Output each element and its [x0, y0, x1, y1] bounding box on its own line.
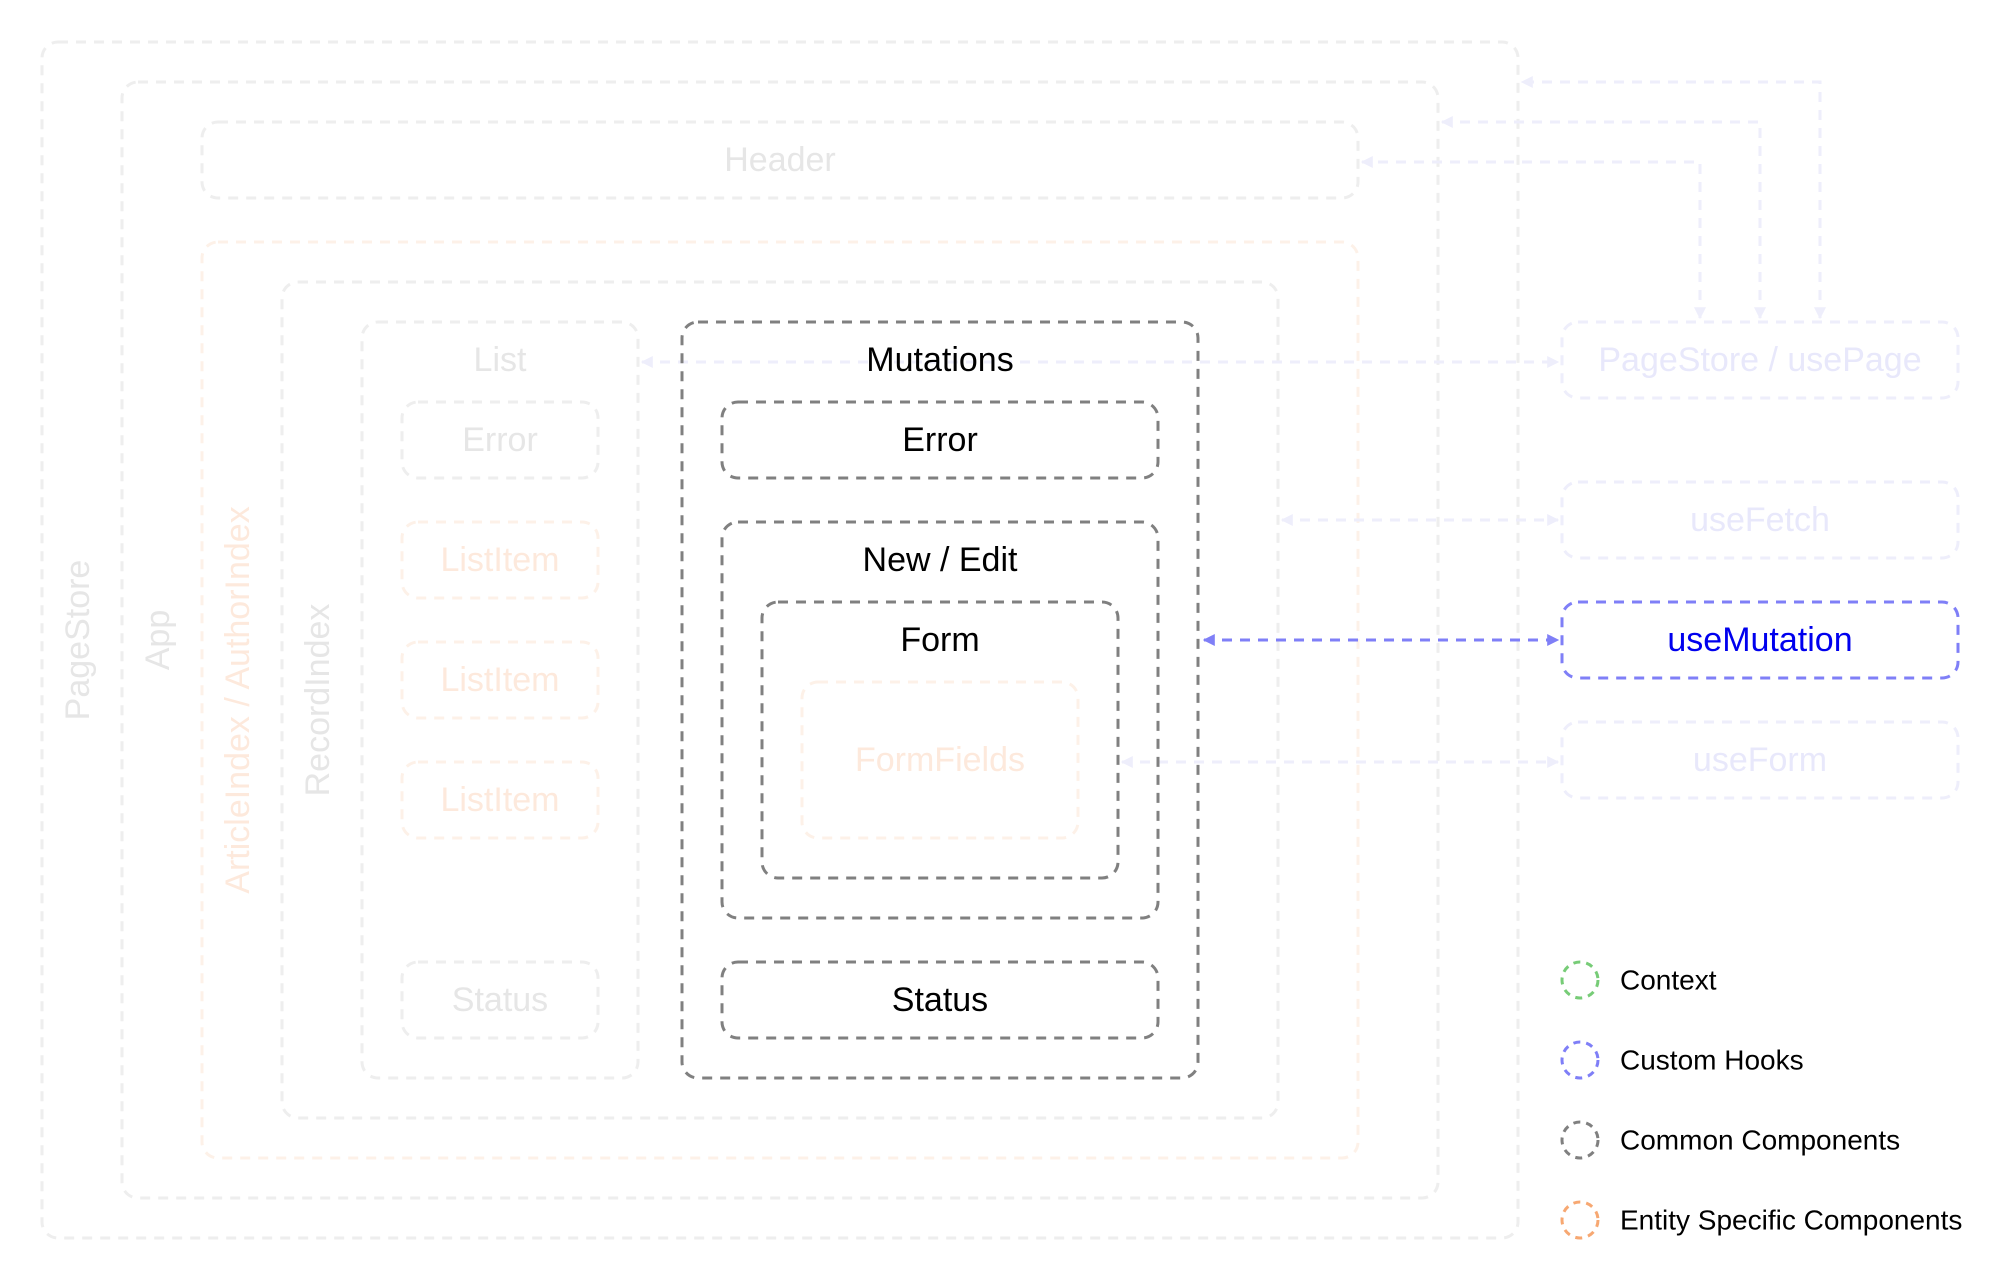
- faded-connectors: [640, 76, 1826, 768]
- new-edit-component: New / Edit Form FormFields: [720, 520, 1160, 920]
- new-edit-label: New / Edit: [863, 541, 1018, 579]
- legend-item-entity-specific: Entity Specific Components: [1560, 1200, 1962, 1240]
- hook-use-page-label: PageStore / usePage: [1598, 341, 1921, 379]
- legend-label: Custom Hooks: [1620, 1044, 1804, 1075]
- connector-usepage-app: [1440, 116, 1766, 320]
- form-component: Form FormFields: [760, 600, 1120, 880]
- common-components-swatch-icon: [1560, 1120, 1600, 1160]
- legend-item-common-components: Common Components: [1560, 1120, 1900, 1160]
- record-index-container: RecordIndex: [280, 280, 1280, 1120]
- entity-index-label: ArticleIndex / AuthorIndex: [219, 506, 257, 893]
- legend-item-custom-hooks: Custom Hooks: [1560, 1040, 1804, 1080]
- list-error-component: Error: [400, 400, 600, 480]
- legend-label: Common Components: [1620, 1124, 1900, 1155]
- mutations-component: Mutations Error New / Edit Form FormFiel…: [680, 320, 1200, 1080]
- header-component: Header: [200, 120, 1360, 200]
- hook-use-form: useForm: [1560, 720, 1960, 800]
- connector-usepage-pagestore: [1520, 76, 1826, 320]
- legend-label: Context: [1620, 964, 1717, 995]
- mutations-status-label: Status: [892, 981, 988, 1019]
- legend: Context Custom Hooks Common Components E…: [1560, 960, 1962, 1240]
- mutations-status-component: Status: [720, 960, 1160, 1040]
- connector-usepage-header: [1360, 156, 1706, 320]
- context-swatch-icon: [1560, 960, 1600, 1000]
- form-fields-label: FormFields: [855, 741, 1025, 779]
- list-label: List: [474, 341, 527, 379]
- page-store-label: PageStore: [59, 560, 97, 721]
- list-item-label: ListItem: [440, 661, 559, 699]
- list-error-label: Error: [462, 421, 538, 459]
- list-item-label: ListItem: [440, 781, 559, 819]
- list-item: ListItem: [400, 640, 600, 720]
- list-status-label: Status: [452, 981, 548, 1019]
- custom-hooks-swatch-icon: [1560, 1040, 1600, 1080]
- entity-index-container: ArticleIndex / AuthorIndex: [200, 240, 1360, 1160]
- list-item: ListItem: [400, 760, 600, 840]
- hook-use-mutation: useMutation: [1560, 600, 1960, 680]
- form-label: Form: [900, 621, 979, 659]
- list-status-component: Status: [400, 960, 600, 1040]
- hook-use-mutation-label: useMutation: [1667, 621, 1852, 659]
- list-component: List Error ListItem ListItem ListItem St…: [360, 320, 640, 1080]
- hook-use-form-label: useForm: [1693, 741, 1827, 779]
- hook-use-fetch-label: useFetch: [1690, 501, 1830, 539]
- list-item: ListItem: [400, 520, 600, 600]
- form-fields-component: FormFields: [800, 680, 1080, 840]
- entity-specific-swatch-icon: [1560, 1200, 1600, 1240]
- header-label: Header: [724, 141, 836, 179]
- mutations-error-label: Error: [902, 421, 978, 459]
- list-item-label: ListItem: [440, 541, 559, 579]
- hook-use-page: PageStore / usePage: [1560, 320, 1960, 400]
- hook-use-fetch: useFetch: [1560, 480, 1960, 560]
- app-label: App: [139, 610, 177, 671]
- architecture-diagram: PageStore App Header ArticleIndex / Auth…: [40, 40, 1962, 1240]
- legend-label: Entity Specific Components: [1620, 1204, 1962, 1235]
- record-index-label: RecordIndex: [299, 604, 337, 797]
- legend-item-context: Context: [1560, 960, 1717, 1000]
- mutations-error-component: Error: [720, 400, 1160, 480]
- mutations-label: Mutations: [866, 341, 1013, 379]
